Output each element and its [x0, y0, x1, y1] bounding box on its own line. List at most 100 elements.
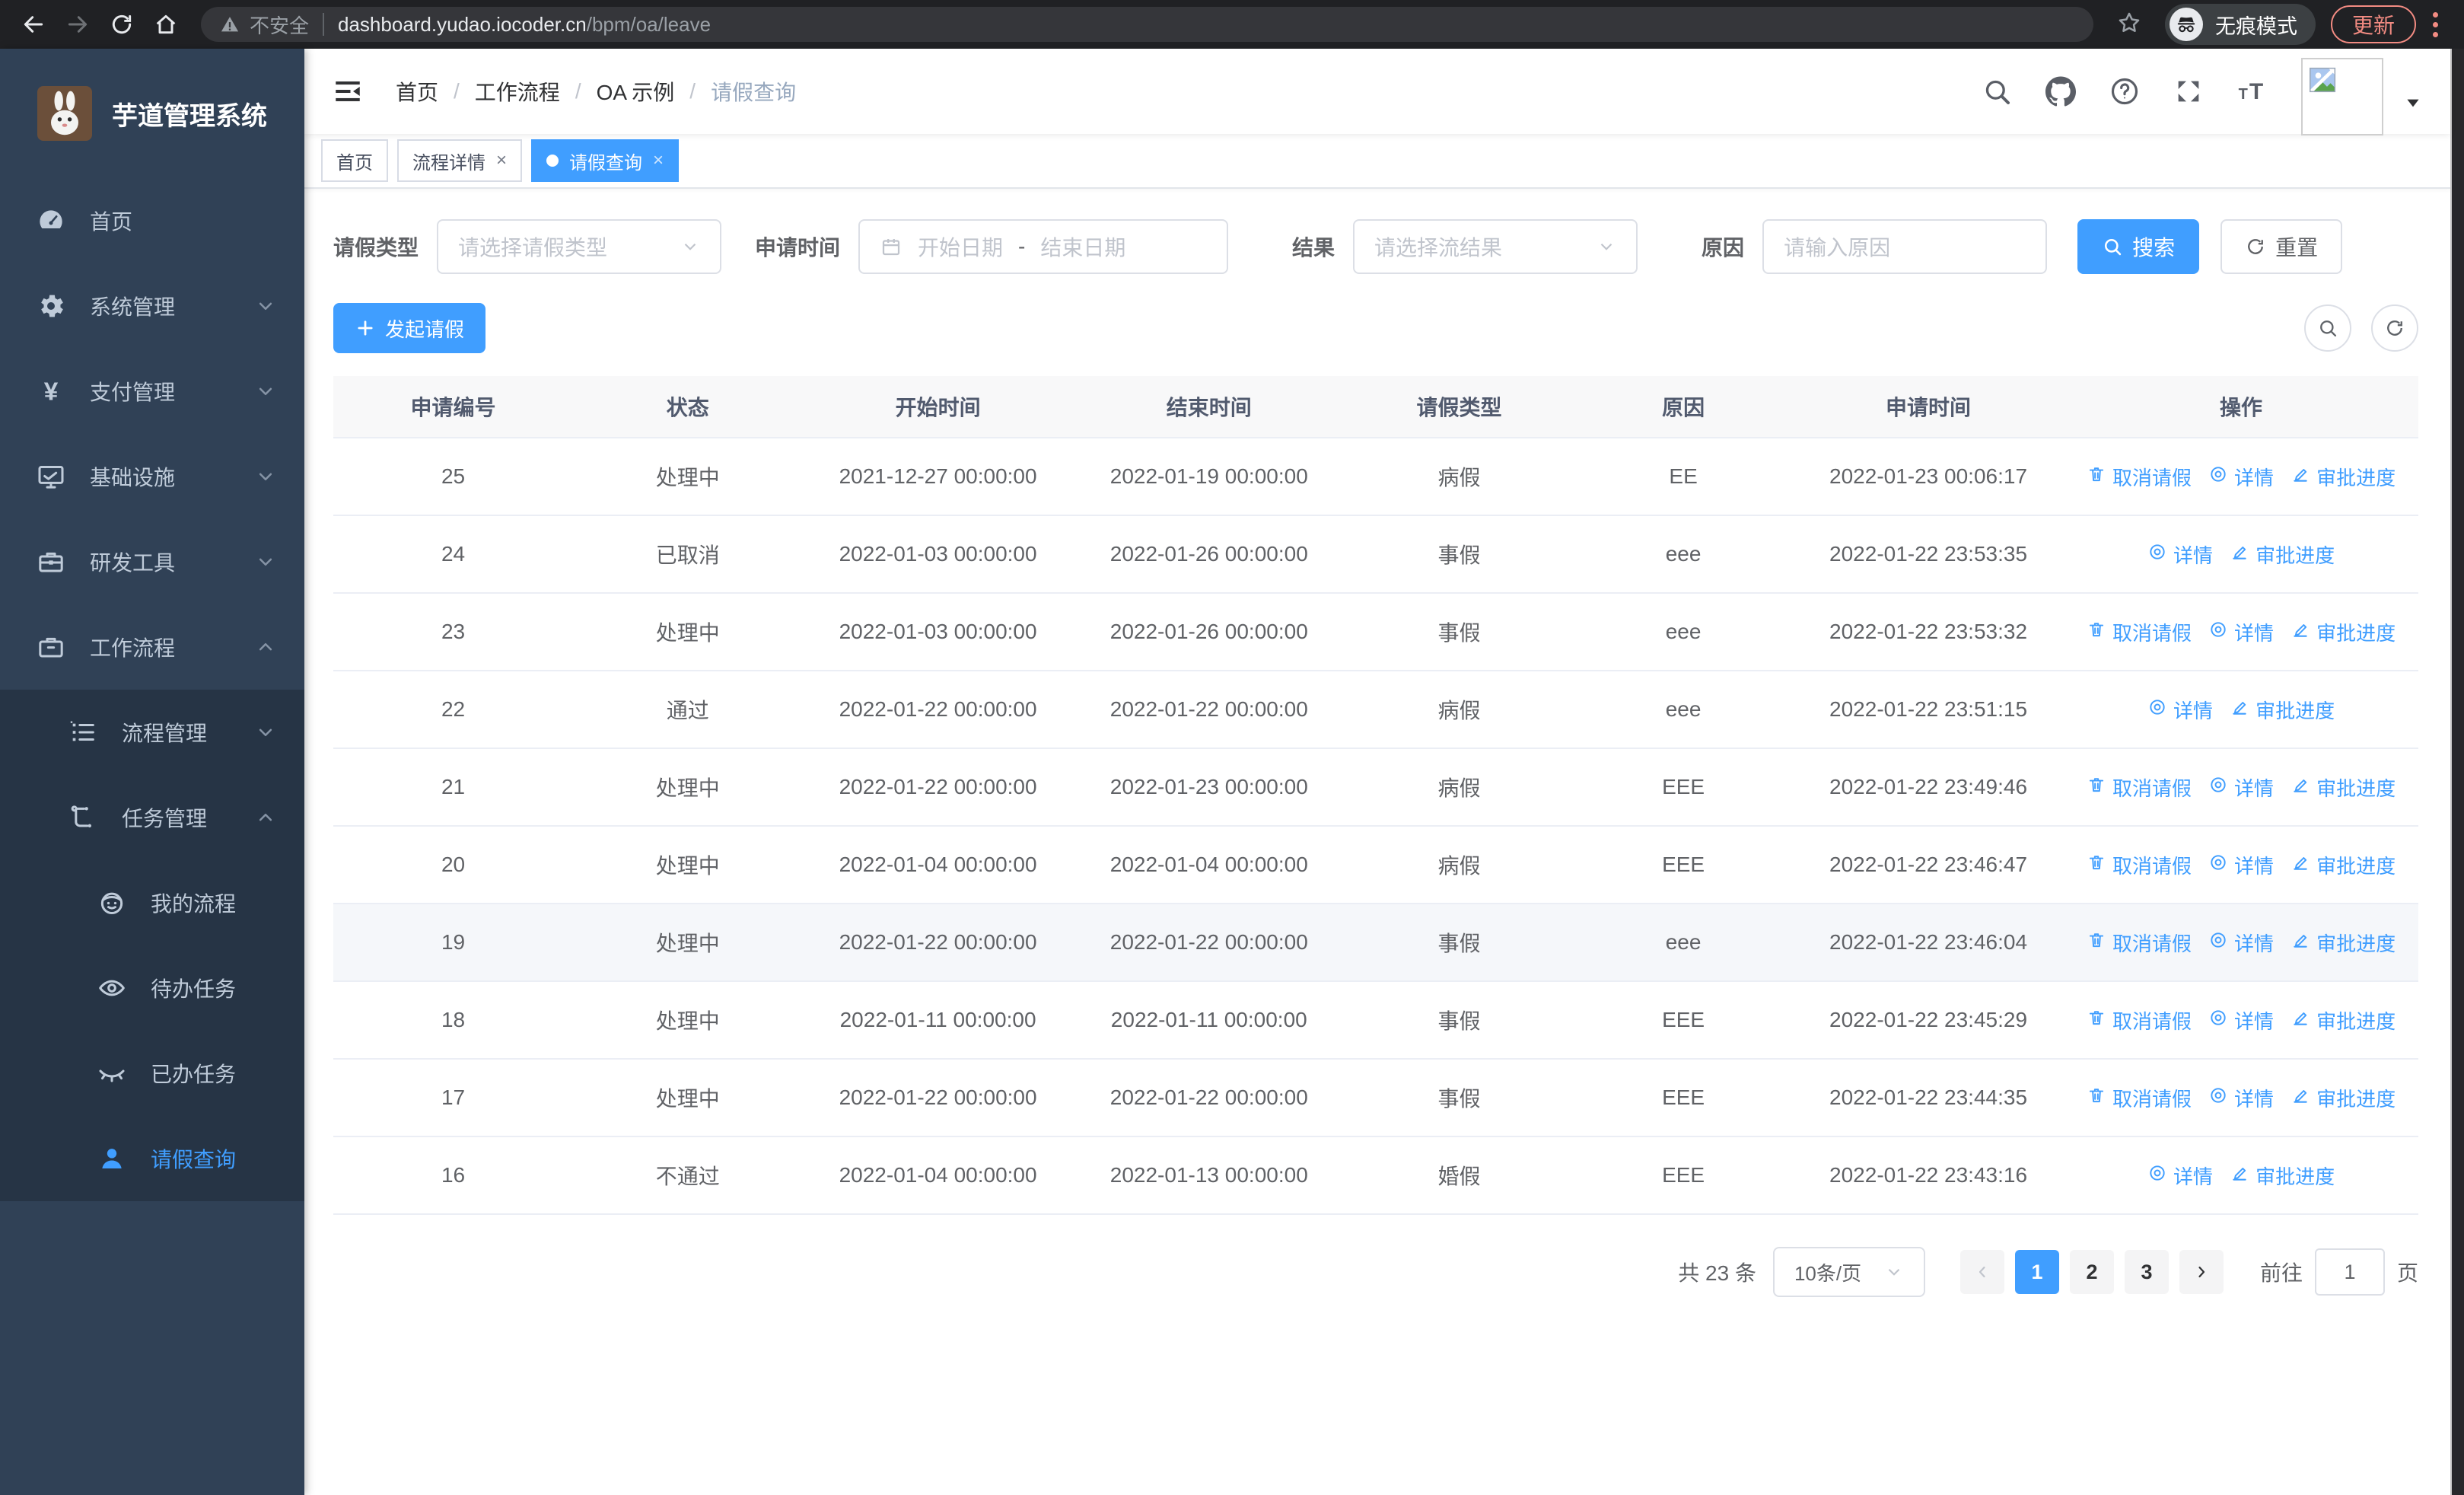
search-button[interactable]: 搜索 — [2077, 219, 2200, 274]
browser-reload-icon[interactable] — [102, 5, 142, 44]
robot-face-icon — [96, 887, 128, 919]
sidebar-item-任务管理[interactable]: 任务管理 — [0, 775, 304, 860]
sidebar-collapse-icon[interactable] — [332, 75, 364, 107]
cell-applied: 2022-01-22 23:49:46 — [1792, 748, 2064, 827]
detail-link[interactable]: 详情 — [2208, 851, 2274, 879]
reset-button[interactable]: 重置 — [2220, 219, 2343, 274]
detail-link[interactable]: 详情 — [2147, 1162, 2213, 1190]
sidebar-item-基础设施[interactable]: 基础设施 — [0, 434, 304, 519]
filter-form: 请假类型 请选择请假类型 申请时间 开始日期 - 结束日期 结果 请选择流结果 … — [333, 219, 2418, 274]
cell-type: 病假 — [1344, 748, 1574, 827]
cancel-leave-link[interactable]: 取消请假 — [2087, 1084, 2192, 1112]
leave-type-select[interactable]: 请选择请假类型 — [437, 219, 722, 274]
sidebar-item-支付管理[interactable]: ¥ 支付管理 — [0, 349, 304, 434]
browser-back-icon[interactable] — [14, 5, 53, 44]
column-header-原因: 原因 — [1574, 376, 1793, 438]
approval-progress-link[interactable]: 审批进度 — [2230, 696, 2335, 724]
toggle-search-button[interactable] — [2304, 304, 2351, 352]
avatar[interactable] — [2301, 58, 2383, 135]
reason-input[interactable]: 请输入原因 — [1762, 219, 2048, 274]
sidebar-item-我的流程[interactable]: 我的流程 — [0, 860, 304, 945]
search-icon[interactable] — [1982, 76, 2012, 107]
sidebar-item-工作流程[interactable]: 工作流程 — [0, 604, 304, 690]
logo-rabbit-image — [37, 86, 92, 141]
cell-start: 2022-01-22 00:00:00 — [802, 748, 1074, 827]
cancel-leave-link[interactable]: 取消请假 — [2087, 773, 2192, 802]
approval-progress-link[interactable]: 审批进度 — [2230, 540, 2335, 569]
bookmark-star-icon[interactable] — [2116, 10, 2142, 40]
detail-link[interactable]: 详情 — [2208, 1084, 2274, 1112]
breadcrumb-item-工作流程[interactable]: 工作流程 — [475, 76, 560, 107]
sidebar-item-研发工具[interactable]: 研发工具 — [0, 519, 304, 604]
page-button-3[interactable]: 3 — [2124, 1250, 2169, 1294]
cancel-leave-link[interactable]: 取消请假 — [2087, 463, 2192, 491]
cell-applied: 2022-01-23 00:06:17 — [1792, 438, 2064, 516]
tab-首页[interactable]: 首页 — [321, 139, 388, 182]
browser-home-icon[interactable] — [146, 5, 186, 44]
sidebar-item-label: 支付管理 — [90, 381, 176, 404]
cell-status: 已取消 — [573, 515, 803, 594]
pen-icon — [2291, 1008, 2310, 1033]
user-menu-caret-icon[interactable] — [2403, 93, 2423, 113]
browser-update-button[interactable]: 更新 — [2330, 5, 2416, 43]
pen-icon — [2230, 542, 2249, 567]
prev-page-button[interactable] — [1959, 1250, 2004, 1294]
address-bar[interactable]: 不安全 dashboard.yudao.iocoder.cn/bpm/oa/le… — [201, 7, 2093, 42]
cell-start: 2022-01-11 00:00:00 — [802, 981, 1074, 1060]
cancel-leave-link[interactable]: 取消请假 — [2087, 851, 2192, 879]
tab-请假查询[interactable]: 请假查询 × — [531, 139, 680, 182]
detail-link[interactable]: 详情 — [2208, 463, 2274, 491]
sidebar-item-首页[interactable]: 首页 — [0, 178, 304, 263]
page-button-1[interactable]: 1 — [2014, 1250, 2059, 1294]
filter-reason-label: 原因 — [1702, 236, 1745, 260]
sidebar-item-请假查询[interactable]: 请假查询 — [0, 1116, 304, 1201]
goto-page-input[interactable]: 1 — [2314, 1248, 2385, 1296]
next-page-button[interactable] — [2179, 1250, 2224, 1294]
cell-start: 2021-12-27 00:00:00 — [802, 438, 1074, 516]
approval-progress-link[interactable]: 审批进度 — [2291, 1084, 2396, 1112]
detail-link[interactable]: 详情 — [2147, 540, 2213, 569]
tab-流程详情[interactable]: 流程详情 × — [397, 139, 523, 182]
approval-progress-link[interactable]: 审批进度 — [2291, 463, 2396, 491]
approval-progress-link[interactable]: 审批进度 — [2291, 851, 2396, 879]
detail-link[interactable]: 详情 — [2147, 696, 2213, 724]
detail-link[interactable]: 详情 — [2208, 618, 2274, 646]
breadcrumb-item-首页[interactable]: 首页 — [396, 76, 438, 107]
create-leave-button[interactable]: 发起请假 — [333, 303, 486, 353]
action-label: 取消请假 — [2112, 1087, 2192, 1111]
refresh-table-button[interactable] — [2371, 304, 2418, 352]
page-size-select[interactable]: 10条/页 — [1772, 1247, 1925, 1297]
sidebar-item-已办任务[interactable]: 已办任务 — [0, 1031, 304, 1116]
font-size-icon[interactable]: TT — [2237, 76, 2268, 107]
sidebar-submenu: 我的流程 待办任务 已办任务 请假查询 — [0, 860, 304, 1201]
close-icon[interactable]: × — [496, 151, 507, 170]
close-icon[interactable]: × — [653, 151, 664, 170]
table-row: 16 不通过 2022-01-04 00:00:00 2022-01-13 00:00… — [333, 1136, 2418, 1215]
approval-progress-link[interactable]: 审批进度 — [2291, 773, 2396, 802]
approval-progress-link[interactable]: 审批进度 — [2291, 1006, 2396, 1034]
apply-time-range-input[interactable]: 开始日期 - 结束日期 — [858, 219, 1229, 274]
sidebar-item-系统管理[interactable]: 系统管理 — [0, 263, 304, 349]
fullscreen-icon[interactable] — [2173, 76, 2204, 107]
detail-link[interactable]: 详情 — [2208, 1006, 2274, 1034]
sidebar-item-流程管理[interactable]: 流程管理 — [0, 690, 304, 775]
approval-progress-link[interactable]: 审批进度 — [2291, 618, 2396, 646]
column-header-开始时间: 开始时间 — [802, 376, 1074, 438]
breadcrumb-item-OA 示例[interactable]: OA 示例 — [597, 76, 675, 107]
approval-progress-link[interactable]: 审批进度 — [2230, 1162, 2335, 1190]
cancel-leave-link[interactable]: 取消请假 — [2087, 929, 2192, 957]
result-select[interactable]: 请选择流结果 — [1353, 219, 1638, 274]
toolbox-icon — [35, 546, 67, 578]
github-icon[interactable] — [2045, 76, 2076, 107]
browser-menu-icon[interactable] — [2421, 11, 2450, 37]
cell-end: 2022-01-11 00:00:00 — [1073, 981, 1345, 1060]
detail-link[interactable]: 详情 — [2208, 929, 2274, 957]
browser-forward-icon[interactable] — [58, 5, 97, 44]
approval-progress-link[interactable]: 审批进度 — [2291, 929, 2396, 957]
cancel-leave-link[interactable]: 取消请假 — [2087, 618, 2192, 646]
page-button-2[interactable]: 2 — [2069, 1250, 2114, 1294]
help-icon[interactable] — [2109, 76, 2140, 107]
cancel-leave-link[interactable]: 取消请假 — [2087, 1006, 2192, 1034]
sidebar-item-待办任务[interactable]: 待办任务 — [0, 945, 304, 1031]
detail-link[interactable]: 详情 — [2208, 773, 2274, 802]
